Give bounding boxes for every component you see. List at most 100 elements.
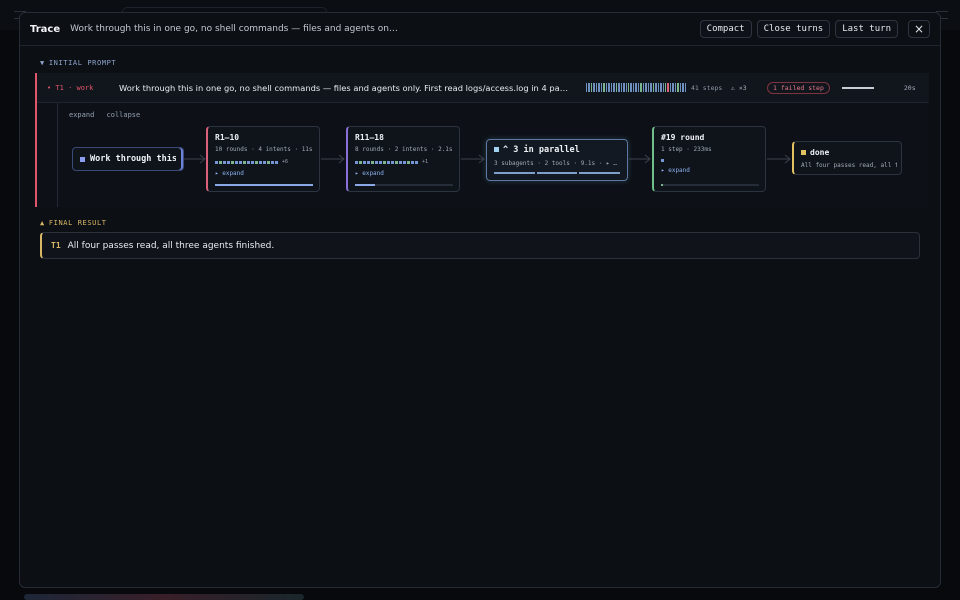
modal-title: Trace	[30, 23, 61, 35]
step-dot	[411, 160, 414, 164]
expand-link[interactable]: ▸ expand	[215, 170, 312, 177]
step-tick	[640, 83, 642, 92]
step-dot	[215, 160, 218, 164]
turn-card: • T1 · work Work through this in one go,…	[35, 73, 929, 207]
step-tick	[618, 83, 620, 92]
step-dot	[227, 160, 230, 164]
prompt-square-icon	[80, 156, 85, 162]
step-tick	[593, 83, 595, 92]
step-tick	[600, 83, 603, 92]
start-node-title: Work through this…	[90, 154, 176, 164]
turn-id: • T1 · work	[47, 83, 94, 92]
step-tick	[598, 83, 600, 92]
step-dot	[395, 160, 398, 164]
final-result-text: All four passes read, all three agents f…	[67, 240, 275, 251]
step-dot	[415, 160, 418, 164]
initial-prompt-label: INITIAL PROMPT	[48, 59, 117, 67]
more-steps-count: +1	[422, 159, 429, 165]
expand-link[interactable]: ▸ expand	[355, 170, 452, 177]
caret-down-icon: ▼	[40, 59, 45, 67]
step-tick	[625, 83, 627, 92]
step-tick	[677, 83, 679, 92]
final-result-row[interactable]: T1 All four passes read, all three agent…	[40, 232, 920, 259]
step-dot	[275, 160, 278, 164]
step-tick	[623, 83, 625, 92]
step-dot	[263, 160, 266, 164]
step-tick	[682, 83, 684, 92]
close-icon[interactable]: ×	[908, 20, 930, 38]
step-dot	[259, 160, 262, 164]
step-tick	[595, 83, 598, 92]
step-tick	[590, 83, 593, 92]
step-dot	[367, 160, 370, 164]
final-result-label: FINAL RESULT	[48, 219, 107, 227]
step-tick	[665, 83, 667, 92]
initial-prompt-toggle[interactable]: ▼ INITIAL PROMPT	[40, 59, 116, 67]
step-dot	[355, 160, 358, 164]
start-node[interactable]: Work through this…	[72, 147, 184, 171]
node-title: R11–18	[355, 133, 384, 142]
node-progress-fill	[355, 184, 375, 186]
step-dot	[223, 160, 226, 164]
step-tick	[603, 83, 605, 92]
done-node[interactable]: done All four passes read, all three age…	[792, 141, 902, 175]
node-meta: 10 rounds · 4 intents · 11s	[215, 146, 313, 153]
expand-link[interactable]: ▸ expand	[661, 167, 758, 174]
turn-row[interactable]: • T1 · work Work through this in one go,…	[37, 73, 929, 103]
caret-up-icon: ▲	[40, 219, 45, 227]
node-meta: 1 step · 233ms	[661, 146, 712, 153]
modal-header: Trace Work through this in one go, no sh…	[20, 13, 940, 46]
failed-step-badge[interactable]: 1 failed step	[767, 81, 830, 94]
close-turns-button[interactable]: Close turns	[756, 20, 831, 38]
node-meta: 8 rounds · 2 intents · 2.1s	[355, 146, 453, 153]
node-title: done	[810, 148, 830, 157]
step-dot	[383, 160, 386, 164]
step-dot	[267, 160, 270, 164]
step-dot	[247, 160, 250, 164]
round-node-19[interactable]: #19 round 1 step · 233ms ▸ expand	[652, 126, 766, 192]
node-progress-bar	[661, 184, 759, 186]
more-steps-count: +6	[282, 159, 289, 165]
step-tick	[672, 83, 674, 92]
node-progress-fill	[661, 184, 663, 186]
parallel-node[interactable]: ^ 3 in parallel 3 subagents · 2 tools · …	[486, 139, 628, 181]
node-meta: All four passes read, all three agents f…	[801, 162, 897, 169]
parallel-square-icon	[494, 147, 499, 152]
final-result-toggle[interactable]: ▲ FINAL RESULT	[40, 219, 107, 227]
compact-button[interactable]: Compact	[699, 20, 752, 38]
step-dot	[271, 160, 274, 164]
step-tick	[647, 83, 650, 92]
steps-strip	[586, 83, 687, 92]
step-tick	[679, 83, 682, 92]
step-tick	[610, 83, 613, 92]
step-dot	[379, 160, 382, 164]
step-dots: +6	[215, 159, 312, 165]
step-dot	[403, 160, 406, 164]
step-dot	[375, 160, 378, 164]
node-title: 3 in parallel	[513, 145, 580, 155]
step-dot	[239, 160, 242, 164]
node-meta: 3 subagents · 2 tools · 9.1s · ▸ …	[494, 160, 617, 167]
step-tick	[674, 83, 677, 92]
step-tick	[642, 83, 645, 92]
step-dot	[251, 160, 254, 164]
step-dots: +1	[355, 159, 452, 165]
rounds-node-r1-10[interactable]: R1–10 10 rounds · 4 intents · 11s +6 ▸ e…	[206, 126, 320, 192]
node-title: R1–10	[215, 133, 240, 142]
rounds-node-r11-18[interactable]: R11–18 8 rounds · 2 intents · 2.1s +1 ▸ …	[346, 126, 460, 192]
done-square-icon	[801, 150, 806, 155]
node-progress-fill	[215, 184, 313, 186]
step-tick	[632, 83, 635, 92]
step-dot	[391, 160, 394, 164]
step-tick	[627, 83, 630, 92]
step-tick	[588, 83, 590, 92]
step-tick	[605, 83, 608, 92]
step-tick	[620, 83, 623, 92]
step-dot	[387, 160, 390, 164]
step-tick	[608, 83, 610, 92]
step-tick	[667, 83, 669, 92]
last-turn-button[interactable]: Last turn	[835, 20, 898, 38]
step-tick	[652, 83, 655, 92]
step-tick	[637, 83, 640, 92]
step-dot	[255, 160, 258, 164]
